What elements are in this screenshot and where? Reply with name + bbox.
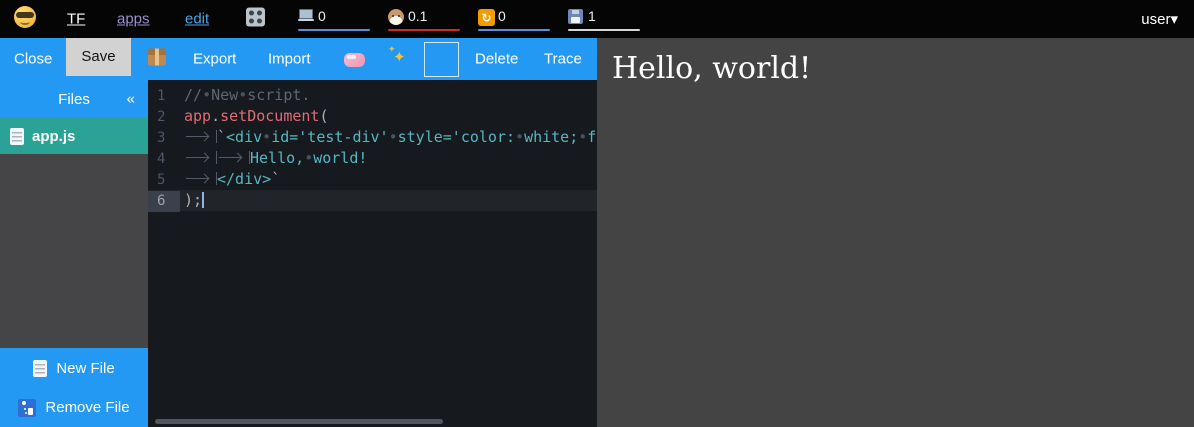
preview-text: Hello, world! (612, 51, 811, 86)
document-icon (10, 128, 24, 145)
meter-bar (298, 29, 370, 31)
space-dot: • (304, 149, 313, 167)
editor-hscrollbar[interactable] (155, 419, 443, 424)
export-button[interactable]: Export (193, 51, 236, 68)
trace-button[interactable]: Trace (544, 51, 582, 68)
tab-arrow (184, 130, 217, 143)
soap-button[interactable] (344, 50, 365, 68)
code-editor-lines: 1//•New•script.2app.setDocument(3`<div•i… (148, 85, 597, 211)
tab-arrow (184, 151, 217, 164)
space-dot: • (389, 128, 398, 146)
hamster-icon (388, 9, 404, 25)
meter-hamster[interactable]: 0.1 (388, 7, 460, 33)
smiley-sunglasses-icon (14, 6, 36, 28)
top-bar: TF apps edit 0 0.1 0 1 user▾ (0, 0, 1194, 38)
meter-repeat[interactable]: 0 (478, 7, 550, 33)
meter-value: 0.1 (408, 8, 427, 24)
status-meters: 0 0.1 0 1 (298, 7, 640, 33)
new-file-page-icon (33, 360, 47, 377)
meter-bar (388, 29, 460, 31)
sparkles-button[interactable] (388, 46, 408, 72)
line-number: 5 (148, 170, 180, 191)
code-editor[interactable]: 1//•New•script.2app.setDocument(3`<div•i… (148, 80, 597, 427)
color-swatch-button[interactable] (424, 42, 459, 77)
package-icon (148, 49, 166, 66)
control-knobs-icon (246, 8, 265, 27)
nav-link-edit[interactable]: edit (185, 11, 209, 28)
code-text: </div>` (184, 170, 280, 188)
save-button[interactable]: Save (66, 38, 131, 76)
code-text: Hello,•world! (184, 149, 367, 167)
editor-line[interactable]: 6); (148, 190, 597, 211)
app-window: TF apps edit 0 0.1 0 1 user▾ Close Save Exp… (0, 0, 1194, 427)
nav-link-apps[interactable]: apps (117, 11, 150, 28)
line-number: 6 (148, 191, 180, 212)
soap-icon (344, 53, 365, 67)
remove-file-button[interactable]: Remove File (0, 388, 148, 427)
new-file-button[interactable]: New File (0, 348, 148, 388)
space-dot: • (238, 86, 247, 104)
meter-bar (568, 29, 640, 31)
editor-line[interactable]: 4Hello,•world! (148, 148, 597, 169)
line-number: 1 (148, 86, 180, 107)
meter-bar (478, 29, 550, 31)
line-number: 3 (148, 128, 180, 149)
user-menu[interactable]: user▾ (1141, 10, 1178, 28)
space-dot: • (515, 128, 524, 146)
close-button[interactable]: Close (14, 51, 52, 68)
brand-link[interactable]: TF (67, 11, 85, 28)
logo-smiley-button[interactable] (14, 6, 36, 32)
files-list-empty-area (0, 154, 148, 348)
code-text: `<div•id='test-div'•style='color:•white;… (184, 128, 596, 146)
line-number: 2 (148, 107, 180, 128)
tab-arrow (217, 151, 250, 164)
files-header-label: Files (58, 91, 90, 108)
editor-line[interactable]: 2app.setDocument( (148, 106, 597, 127)
editor-pane: Close Save Export Import Delete Trace (0, 38, 597, 427)
meter-value: 0 (318, 8, 326, 24)
editor-line[interactable]: 3`<div•id='test-div'•style='color:•white… (148, 127, 597, 148)
file-item-appjs[interactable]: app.js (0, 118, 148, 154)
files-header: Files « (0, 80, 148, 118)
cursor-caret (202, 192, 204, 208)
code-text: app.setDocument( (184, 107, 329, 125)
meter-value: 0 (498, 8, 506, 24)
editor-line[interactable]: 1//•New•script. (148, 85, 597, 106)
sidebar-collapse-button[interactable]: « (127, 91, 135, 108)
preview-panel: Hello, world! (597, 38, 1194, 427)
tab-arrow (184, 172, 217, 185)
file-actions: New File Remove File (0, 348, 148, 427)
files-sidebar: Files « app.js New File (0, 80, 148, 427)
meter-laptop[interactable]: 0 (298, 7, 370, 33)
laptop-icon (298, 9, 314, 22)
delete-button[interactable]: Delete (475, 51, 518, 68)
sparkles-icon (388, 46, 408, 68)
repeat-icon (478, 9, 495, 26)
code-text: //•New•script. (184, 86, 310, 104)
grid-knobs-button[interactable] (246, 8, 265, 31)
floppy-icon (568, 9, 583, 24)
meter-floppy[interactable]: 1 (568, 7, 640, 33)
space-dot: • (202, 86, 211, 104)
new-file-label: New File (56, 360, 114, 377)
import-button[interactable]: Import (268, 51, 311, 68)
line-number: 4 (148, 149, 180, 170)
package-button[interactable] (148, 49, 166, 70)
space-dot: • (578, 128, 587, 146)
editor-line[interactable]: 5</div>` (148, 169, 597, 190)
code-text: ); (184, 191, 204, 209)
litter-bin-icon (18, 399, 36, 417)
remove-file-label: Remove File (45, 399, 129, 416)
space-dot: • (262, 128, 271, 146)
editor-toolbar: Close Save Export Import Delete Trace (0, 38, 597, 80)
meter-value: 1 (588, 8, 596, 24)
file-item-label: app.js (32, 128, 75, 145)
